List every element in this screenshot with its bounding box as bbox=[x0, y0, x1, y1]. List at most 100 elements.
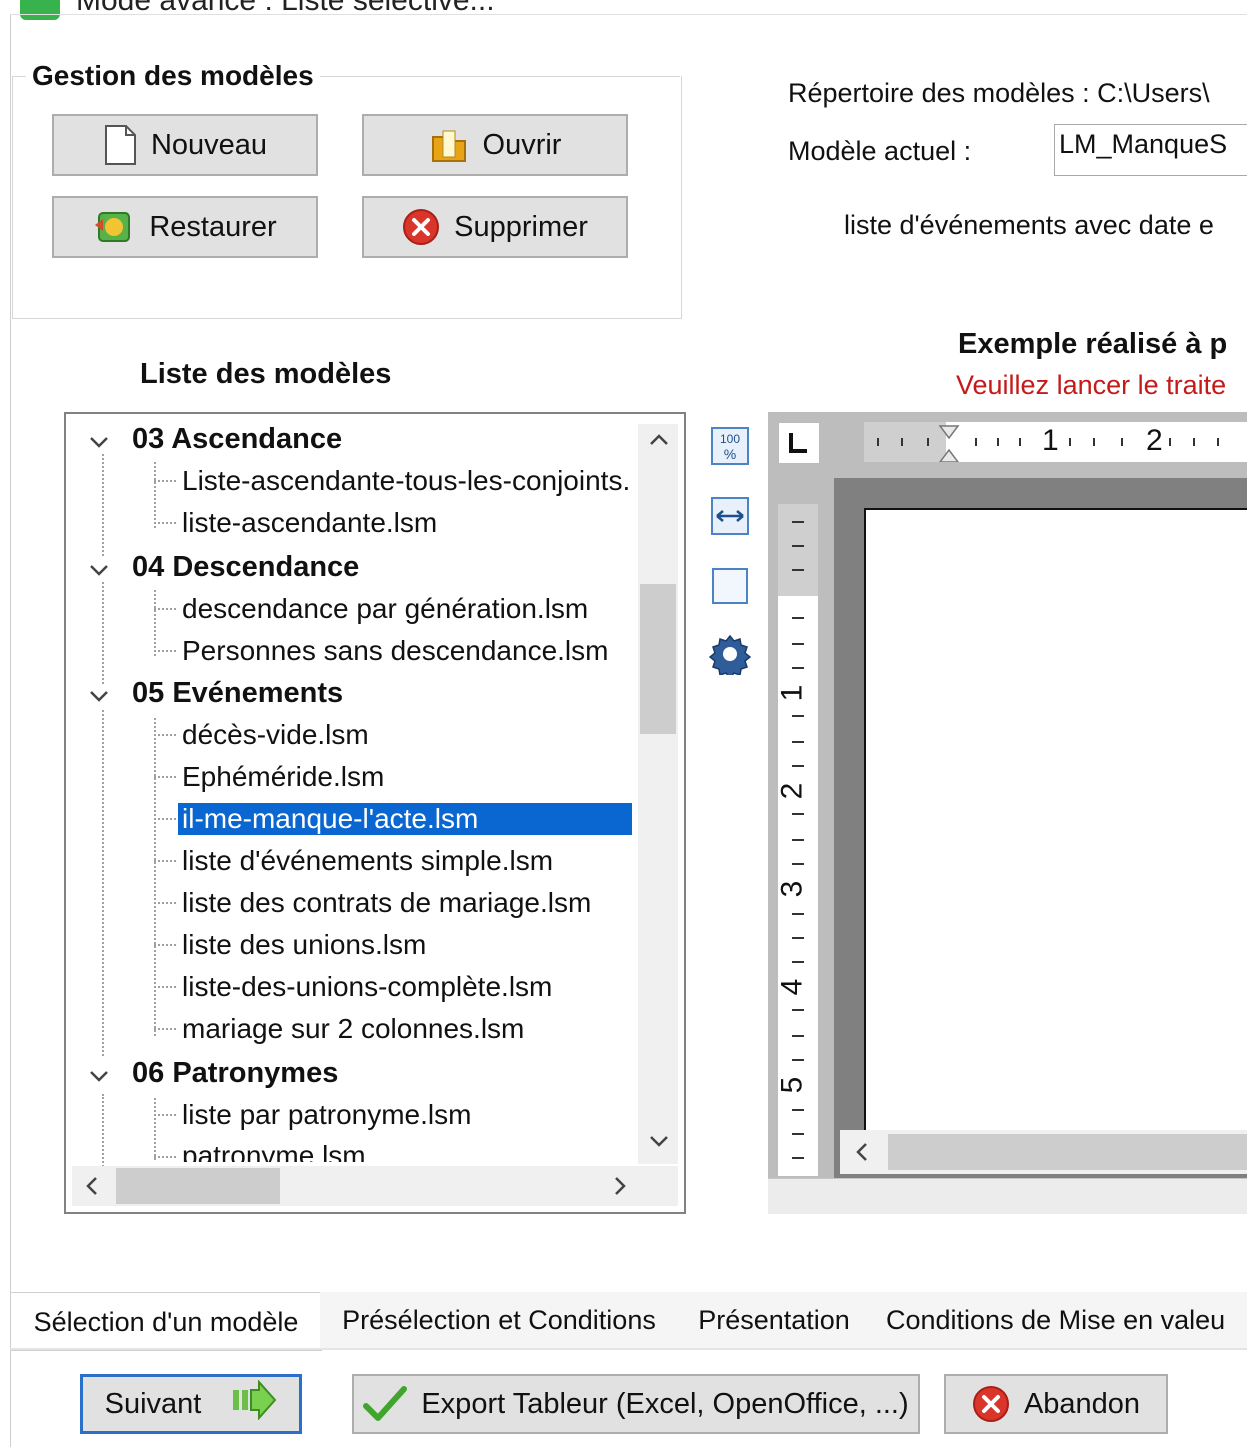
tree-item-selected[interactable]: il-me-manque-l'acte.lsm bbox=[66, 798, 636, 840]
tab-label: Présentation bbox=[698, 1304, 850, 1335]
export-tableur-button[interactable]: Export Tableur (Excel, OpenOffice, ...) bbox=[352, 1374, 920, 1434]
tree-item[interactable]: liste-des-unions-complète.lsm bbox=[66, 966, 636, 1008]
preview-status-strip bbox=[768, 1178, 1247, 1214]
tree-group-label: 06 Patronymes bbox=[132, 1056, 339, 1089]
exemple-title: Exemple réalisé à p bbox=[958, 328, 1228, 360]
tree-horizontal-scrollbar[interactable] bbox=[72, 1166, 640, 1206]
tree-item-label: Ephéméride.lsm bbox=[182, 761, 385, 792]
svg-text:%: % bbox=[724, 446, 736, 462]
page-canvas bbox=[834, 478, 1247, 1178]
chevron-down-icon[interactable] bbox=[88, 428, 110, 460]
chevron-down-icon[interactable] bbox=[88, 1062, 110, 1094]
full-page-icon[interactable] bbox=[708, 564, 752, 608]
tree-connector bbox=[154, 522, 176, 524]
preview-horizontal-scrollbar[interactable] bbox=[840, 1130, 1247, 1174]
export-label: Export Tableur (Excel, OpenOffice, ...) bbox=[421, 1387, 909, 1420]
zoom-100-icon[interactable]: 100% bbox=[708, 424, 752, 468]
tab-label: Sélection d'un modèle bbox=[33, 1306, 299, 1337]
chevron-right-icon[interactable] bbox=[610, 1175, 630, 1202]
tree-connector bbox=[154, 776, 176, 778]
tree-item[interactable]: descendance par génération.lsm bbox=[66, 588, 636, 630]
suivant-button[interactable]: Suivant bbox=[80, 1374, 302, 1434]
ruler-v-tick: 4 bbox=[775, 978, 809, 996]
tree-item[interactable]: Liste-ascendante-tous-les-conjoints. bbox=[66, 460, 636, 502]
tree-vertical-scrollbar[interactable] bbox=[638, 424, 678, 1164]
tree-item-label: il-me-manque-l'acte.lsm bbox=[178, 803, 632, 835]
tree-connector bbox=[154, 1028, 176, 1030]
nouveau-button[interactable]: Nouveau bbox=[52, 114, 318, 176]
tree-connector bbox=[154, 860, 176, 862]
tree-item[interactable]: liste des unions.lsm bbox=[66, 924, 636, 966]
preview-hscroll-thumb[interactable] bbox=[888, 1134, 1247, 1170]
models-tree[interactable]: 03 Ascendance Liste-ascendante-tous-les-… bbox=[64, 412, 686, 1214]
supprimer-label: Supprimer bbox=[454, 210, 588, 243]
tree-item[interactable]: mariage sur 2 colonnes.lsm bbox=[66, 1008, 636, 1050]
footer-divider bbox=[10, 1348, 1247, 1350]
ruler-v-tick: 2 bbox=[775, 782, 809, 800]
chevron-down-icon[interactable] bbox=[88, 556, 110, 588]
restaurer-button[interactable]: Restaurer bbox=[52, 196, 318, 258]
checkmark-icon bbox=[363, 1384, 408, 1424]
tree-connector bbox=[154, 1156, 176, 1158]
tree-connector bbox=[154, 818, 176, 820]
preview-panel: 1 2 1 2 3 4 5 bbox=[768, 412, 1247, 1214]
tree-item[interactable]: Personnes sans descendance.lsm bbox=[66, 630, 636, 672]
vertical-ruler: 1 2 3 4 5 bbox=[775, 504, 818, 1176]
tree-item[interactable]: liste des contrats de mariage.lsm bbox=[66, 882, 636, 924]
tree-item-label: liste par patronyme.lsm bbox=[182, 1099, 472, 1130]
tree-item[interactable]: liste-ascendante.lsm bbox=[66, 502, 636, 544]
restaurer-label: Restaurer bbox=[149, 210, 277, 243]
chevron-down-icon[interactable] bbox=[648, 1131, 670, 1156]
tab-preselection[interactable]: Présélection et Conditions bbox=[320, 1292, 679, 1348]
tree-item-label: patronyme.lsm bbox=[182, 1140, 366, 1162]
ruler-corner-icon[interactable] bbox=[778, 422, 820, 464]
chevron-up-icon[interactable] bbox=[648, 430, 670, 455]
tree-group-patronymes[interactable]: 06 Patronymes bbox=[66, 1052, 636, 1094]
tree-group-label: 03 Ascendance bbox=[132, 422, 343, 455]
tab-mise-en-valeur[interactable]: Conditions de Mise en valeu bbox=[870, 1292, 1247, 1348]
tree-item[interactable]: Ephéméride.lsm bbox=[66, 756, 636, 798]
abandon-button[interactable]: Abandon bbox=[944, 1374, 1168, 1434]
tree-item-label: Personnes sans descendance.lsm bbox=[182, 635, 609, 666]
chevron-left-icon[interactable] bbox=[852, 1141, 872, 1168]
tree-item[interactable]: liste d'événements simple.lsm bbox=[66, 840, 636, 882]
tree-item[interactable]: liste par patronyme.lsm bbox=[66, 1094, 636, 1136]
tab-selection-modele[interactable]: Sélection d'un modèle bbox=[10, 1294, 322, 1351]
fit-width-icon[interactable] bbox=[708, 494, 752, 538]
chevron-left-icon[interactable] bbox=[82, 1175, 102, 1202]
tree-item-label: décès-vide.lsm bbox=[182, 719, 369, 750]
tree-connector bbox=[154, 902, 176, 904]
chevron-down-icon[interactable] bbox=[88, 682, 110, 714]
tab-label: Conditions de Mise en valeu bbox=[886, 1304, 1226, 1335]
liste-title: Liste des modèles bbox=[140, 358, 392, 390]
scroll-corner bbox=[638, 1166, 678, 1206]
tree-item-label: liste d'événements simple.lsm bbox=[182, 845, 554, 876]
preview-page bbox=[864, 508, 1247, 1138]
tree-item[interactable]: patronyme.lsm bbox=[66, 1136, 636, 1162]
modele-actuel-label: Modèle actuel : bbox=[788, 136, 972, 166]
tree-item-label: liste-ascendante.lsm bbox=[182, 507, 438, 538]
tab-presentation[interactable]: Présentation bbox=[678, 1292, 871, 1348]
exemple-warning: Veuillez lancer le traite bbox=[956, 370, 1227, 400]
ouvrir-button[interactable]: Ouvrir bbox=[362, 114, 628, 176]
tree-group-ascendance[interactable]: 03 Ascendance bbox=[66, 418, 636, 460]
modele-actuel-field[interactable]: LM_ManqueS bbox=[1054, 124, 1247, 176]
tree-connector bbox=[154, 986, 176, 988]
tree-vscroll-thumb[interactable] bbox=[640, 584, 676, 734]
tree-item-label: mariage sur 2 colonnes.lsm bbox=[182, 1013, 525, 1044]
supprimer-button[interactable]: Supprimer bbox=[362, 196, 628, 258]
tree-connector bbox=[154, 608, 176, 610]
gear-icon[interactable] bbox=[708, 632, 752, 676]
ruler-h-tick: 1 bbox=[1042, 424, 1059, 457]
horizontal-ruler: 1 2 bbox=[864, 422, 1247, 462]
tree-group-evenements[interactable]: 05 Evénements bbox=[66, 672, 636, 714]
tree-hscroll-thumb[interactable] bbox=[116, 1168, 280, 1204]
delete-icon bbox=[402, 208, 440, 246]
tree-item[interactable]: décès-vide.lsm bbox=[66, 714, 636, 756]
tree-group-descendance[interactable]: 04 Descendance bbox=[66, 546, 636, 588]
tree-item-label: Liste-ascendante-tous-les-conjoints. bbox=[182, 465, 631, 496]
suivant-label: Suivant bbox=[104, 1387, 202, 1420]
nouveau-label: Nouveau bbox=[150, 128, 268, 161]
gestion-legend: Gestion des modèles bbox=[26, 60, 320, 92]
tree-group-label: 05 Evénements bbox=[132, 676, 344, 709]
